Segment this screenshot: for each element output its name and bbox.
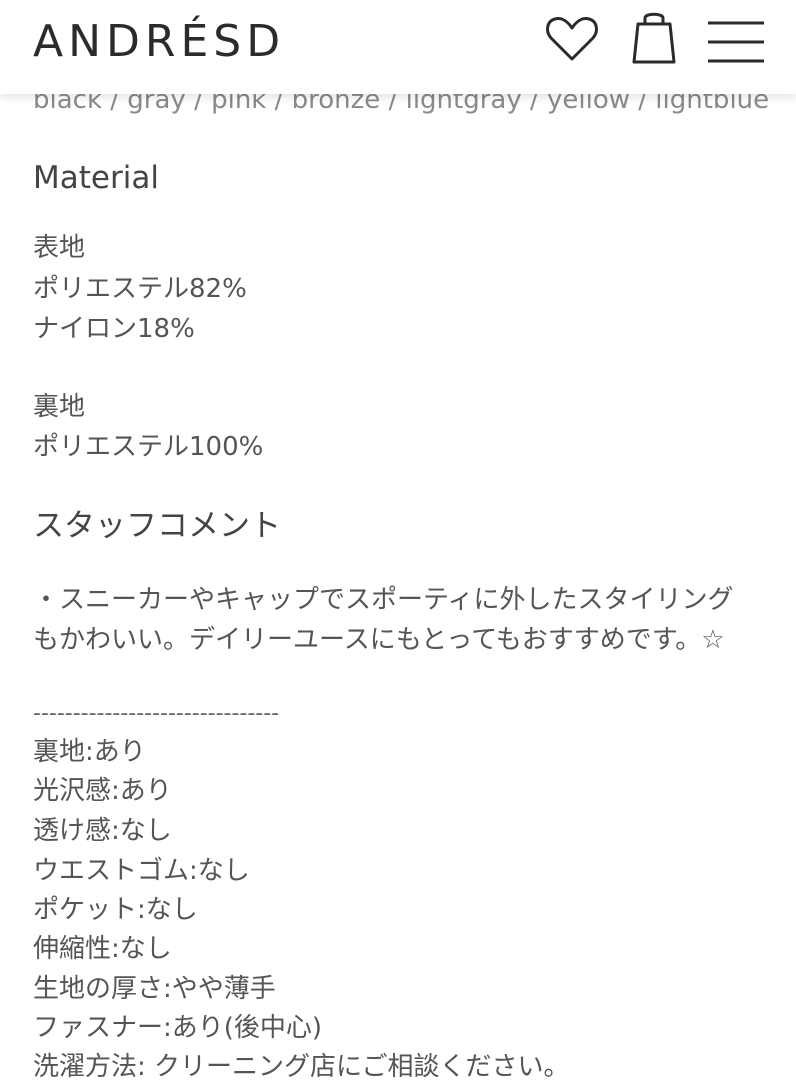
spec-item: 洗濯方法: クリーニング店にご相談ください。 [33,1052,570,1080]
spec-item: 伸縮性:なし [33,934,172,964]
staff-comment-text: もかわいい。デイリーユースにもとってもおすすめです。☆ [33,625,725,655]
brand-logo[interactable]: ANDRÉSD [33,20,285,64]
spec-item: 裏地:あり [33,737,146,767]
staff-comment-text: ・スニーカーやキャップでスポーティに外したスタイリング [33,585,734,615]
material-heading: Material [33,160,159,196]
outer-fabric-line: ナイロン18% [33,314,195,344]
outer-fabric-label: 表地 [33,233,86,263]
divider-line: ------------------------------- [33,701,280,726]
shopping-bag-icon[interactable] [630,10,678,66]
spec-item: 透け感:なし [33,816,172,846]
menu-icon[interactable] [708,20,764,64]
spec-item: 生地の厚さ:やや薄手 [33,974,276,1004]
lining-line: ポリエステル100% [33,432,264,462]
lining-label: 裏地 [33,392,86,422]
staff-comment-heading: スタッフコメント [33,508,281,544]
outer-fabric-line: ポリエステル82% [33,274,247,304]
spec-item: ポケット:なし [33,895,198,925]
heart-icon[interactable] [544,14,600,64]
site-header: ANDRÉSD [0,0,796,94]
spec-item: ファスナー:あり(後中心) [33,1013,323,1043]
spec-item: 光沢感:あり [33,776,172,806]
spec-item: ウエストゴム:なし [33,856,250,886]
